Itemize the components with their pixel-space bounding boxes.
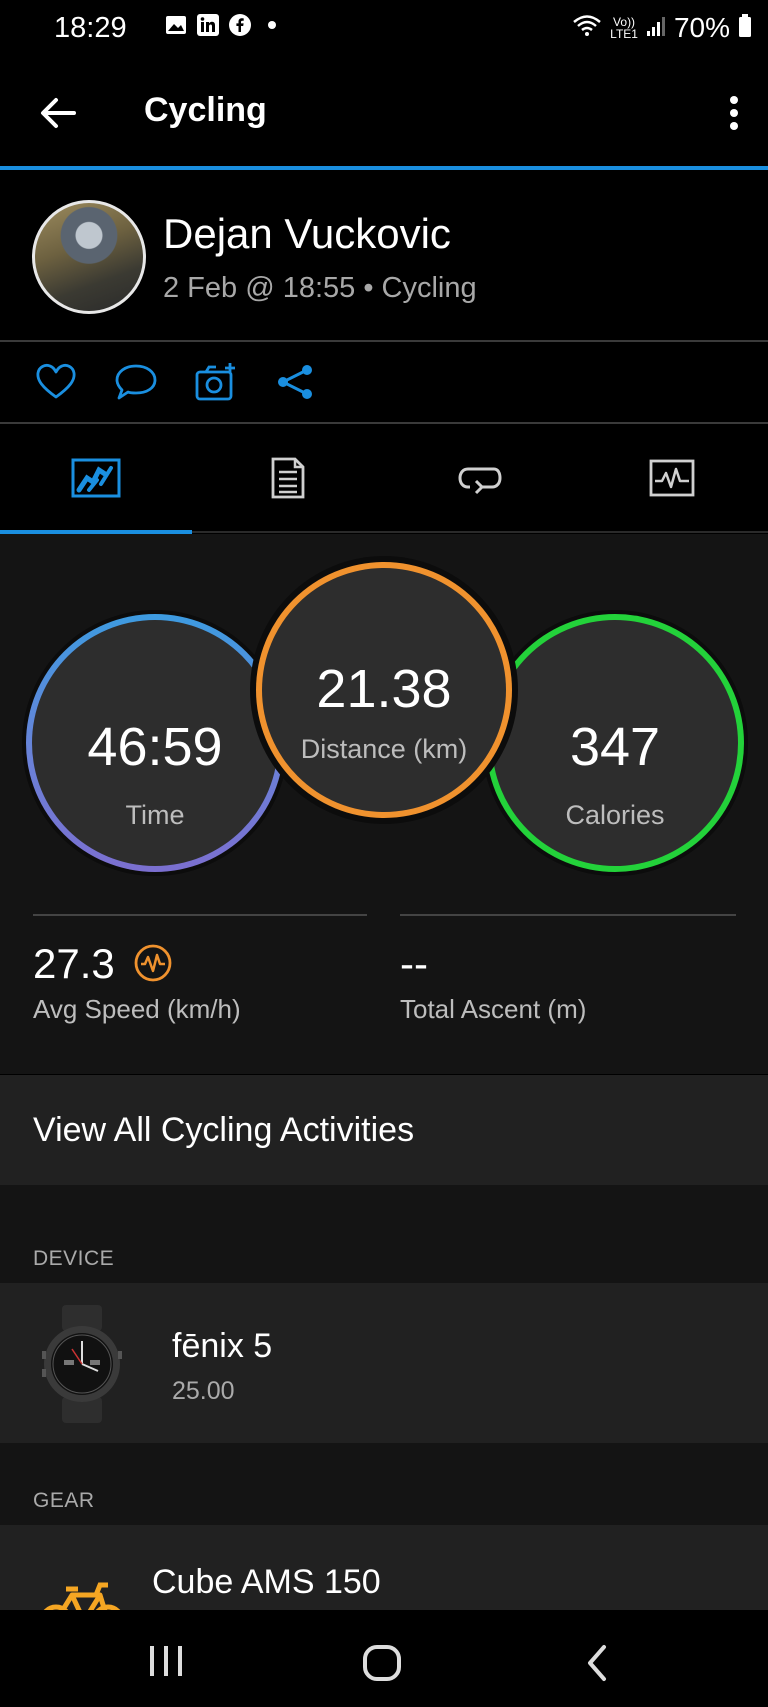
- laps-tab-icon: [458, 467, 502, 495]
- status-time: 18:29: [54, 12, 127, 44]
- details-tab-icon: [271, 457, 305, 499]
- laps-tab[interactable]: [384, 424, 576, 532]
- add-photo-icon[interactable]: [194, 362, 238, 402]
- facebook-icon: [229, 14, 251, 36]
- distance-label: Distance (km): [300, 734, 468, 764]
- status-bar: 18:29 Vo)) LTE1 70%: [0, 0, 768, 60]
- time-ring-inner: 46:59 Time: [32, 620, 278, 866]
- stats-tab[interactable]: [0, 424, 192, 532]
- back-nav-icon[interactable]: [582, 1644, 612, 1687]
- battery-percent: 70%: [673, 12, 730, 43]
- wifi-icon: [572, 13, 602, 44]
- view-all-label: View All Cycling Activities: [33, 1111, 415, 1149]
- battery-icon: [738, 13, 752, 43]
- device-card[interactable]: fēnix 5 25.00: [0, 1283, 768, 1443]
- user-name[interactable]: Dejan Vuckovic: [163, 210, 451, 258]
- back-icon[interactable]: [36, 90, 82, 136]
- more-options-icon[interactable]: [722, 90, 746, 136]
- total-ascent-label: Total Ascent (m): [400, 994, 587, 1024]
- calories-value: 347: [569, 717, 661, 777]
- activity-subtitle: 2 Feb @ 18:55 • Cycling: [163, 272, 477, 304]
- signal-icon: [646, 15, 666, 42]
- social-actions: [0, 342, 768, 422]
- stats-panel: 46:59 Time 347 Calories 21.38 Distance (…: [0, 534, 768, 1074]
- device-version: 25.00: [172, 1377, 235, 1405]
- activity-owner: Dejan Vuckovic 2 Feb @ 18:55 • Cycling: [0, 170, 768, 340]
- gear-section-title: GEAR: [33, 1489, 95, 1512]
- stats-tab-icon: [71, 458, 121, 498]
- view-all-activities-button[interactable]: View All Cycling Activities: [0, 1075, 768, 1185]
- volte-icon: Vo)) LTE1: [610, 15, 638, 41]
- time-label: Time: [125, 800, 185, 830]
- avg-speed-value: 27.3: [33, 940, 115, 987]
- share-icon[interactable]: [274, 362, 318, 402]
- distance-ring-inner: 21.38 Distance (km): [262, 568, 506, 812]
- time-value: 46:59: [87, 717, 223, 777]
- details-tab[interactable]: [192, 424, 384, 532]
- linkedin-icon: [197, 14, 219, 36]
- gear-name: Cube AMS 150: [152, 1563, 381, 1601]
- metric-divider: [33, 914, 367, 916]
- pace-chart-icon[interactable]: [133, 943, 173, 988]
- page-title: Cycling: [144, 91, 267, 129]
- calories-label: Calories: [565, 800, 665, 830]
- comment-icon[interactable]: [114, 362, 158, 402]
- gear-card[interactable]: Cube AMS 150: [0, 1525, 768, 1610]
- device-section-header: DEVICE: [0, 1185, 768, 1283]
- dot-icon: [261, 14, 283, 36]
- watch-image: [42, 1305, 122, 1423]
- system-nav-bar: [0, 1610, 768, 1707]
- notification-icons: [165, 14, 283, 36]
- gallery-icon: [165, 14, 187, 36]
- activity-tabs: [0, 424, 768, 532]
- total-ascent-value: --: [400, 940, 428, 987]
- gear-section-header: GEAR: [0, 1443, 768, 1525]
- avatar[interactable]: [32, 200, 146, 314]
- recent-apps-icon[interactable]: [146, 1644, 186, 1683]
- charts-tab-icon: [649, 459, 695, 497]
- distance-value: 21.38: [316, 659, 452, 719]
- app-header: Cycling: [0, 60, 768, 166]
- calories-ring-inner: 347 Calories: [492, 620, 738, 866]
- avg-speed-label: Avg Speed (km/h): [33, 994, 241, 1024]
- device-name: fēnix 5: [172, 1327, 273, 1365]
- charts-tab[interactable]: [576, 424, 768, 532]
- bike-icon: [40, 1581, 124, 1610]
- device-section-title: DEVICE: [33, 1247, 115, 1270]
- metric-divider: [400, 914, 736, 916]
- heart-icon[interactable]: [34, 362, 78, 402]
- system-icons: Vo)) LTE1 70%: [572, 12, 752, 44]
- home-icon[interactable]: [362, 1644, 402, 1687]
